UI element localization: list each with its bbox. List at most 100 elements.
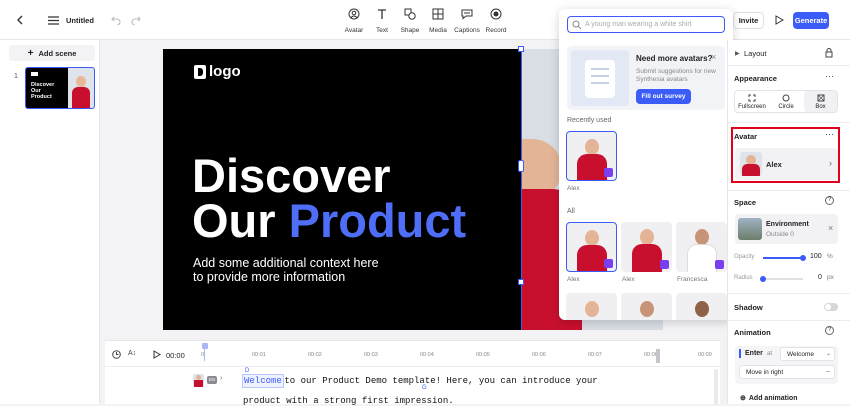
generate-button[interactable]: Generate: [793, 12, 829, 29]
more-icon[interactable]: ···: [825, 129, 834, 139]
record-icon: [490, 8, 502, 20]
cursor-marker: G: [422, 385, 427, 391]
add-animation-button[interactable]: ⊕ Add animation: [740, 394, 798, 402]
avatar-option[interactable]: [676, 293, 727, 320]
avatar-icon: [348, 8, 360, 20]
fullscreen-icon: [748, 94, 756, 101]
slide-subtext[interactable]: Add some additional context here to prov…: [193, 256, 379, 284]
avatar-name: Alex: [766, 160, 782, 169]
divider: [728, 320, 850, 321]
avatar-option[interactable]: [621, 222, 672, 272]
project-title[interactable]: Untitled: [66, 16, 94, 25]
help-icon[interactable]: ?: [825, 196, 834, 205]
undo-icon[interactable]: [109, 13, 123, 27]
opacity-slider-thumb[interactable]: [800, 255, 806, 261]
remove-environment-icon[interactable]: ×: [828, 223, 833, 233]
chevron-down-icon: ⌄: [826, 351, 832, 357]
slide-logo-text[interactable]: logo: [209, 63, 241, 80]
back-arrow-icon[interactable]: [12, 12, 28, 28]
script-line1[interactable]: to our Product Demo template! Here, you …: [279, 376, 597, 386]
avatar-option[interactable]: [621, 293, 672, 320]
layout-expand-icon[interactable]: ▶: [735, 50, 740, 57]
premium-badge-icon: [660, 260, 669, 269]
divider: [105, 366, 720, 367]
radius-label: Radius: [734, 275, 753, 281]
appearance-circle[interactable]: Circle: [769, 91, 803, 112]
resize-handle[interactable]: [518, 279, 524, 285]
shadow-label: Shadow: [734, 303, 763, 312]
enter-at-select[interactable]: Welcome ⌄: [780, 347, 835, 361]
current-time: 00:00: [166, 351, 185, 360]
avatar-picker-popup: A young man wearing a white shirt Need m…: [559, 9, 733, 320]
playhead-line: [204, 349, 205, 361]
add-scene-label: Add scene: [38, 48, 77, 58]
avatar-name: Francesca: [677, 276, 708, 283]
resize-handle[interactable]: [518, 160, 524, 172]
menu-icon[interactable]: [46, 13, 60, 27]
option-label: Fullscreen: [738, 103, 766, 110]
avatar-selector[interactable]: Alex ›: [735, 148, 838, 180]
avatar-search-input[interactable]: A young man wearing a white shirt: [567, 16, 725, 33]
text-icon: [378, 9, 386, 19]
chevron-right-icon[interactable]: ›: [220, 375, 222, 382]
script-scrollbar[interactable]: [714, 369, 718, 405]
script-line2[interactable]: product with a strong first impression.: [243, 396, 454, 406]
help-icon[interactable]: ?: [825, 326, 834, 335]
opacity-unit: %: [827, 253, 833, 260]
tool-label: Captions: [454, 27, 480, 34]
timeline-end-marker[interactable]: [656, 349, 660, 363]
animation-type-value: Move in right: [746, 369, 784, 376]
appearance-fullscreen[interactable]: Fullscreen: [735, 91, 769, 112]
enter-at-value: Welcome: [787, 351, 814, 358]
add-scene-button[interactable]: + Add scene: [9, 45, 95, 61]
resize-handle[interactable]: [518, 46, 524, 52]
lock-icon[interactable]: [825, 48, 833, 58]
appearance-box[interactable]: Box: [804, 91, 837, 112]
fill-survey-button[interactable]: Fill out survey: [636, 89, 691, 104]
more-icon[interactable]: ···: [825, 71, 834, 81]
chevron-right-icon: ›: [829, 158, 832, 168]
opacity-value[interactable]: 100: [810, 253, 822, 260]
slide-heading-line1[interactable]: Discover: [192, 152, 391, 200]
play-icon[interactable]: [153, 350, 161, 359]
avatar-option[interactable]: [676, 222, 727, 272]
search-placeholder: A young man wearing a white shirt: [585, 21, 692, 28]
radius-unit: px: [827, 274, 834, 281]
play-preview-icon[interactable]: [772, 13, 786, 27]
opacity-slider-fill: [763, 257, 803, 259]
redo-icon[interactable]: [129, 13, 143, 27]
tool-label: Shape: [400, 27, 420, 34]
text-style-icon[interactable]: A↕: [128, 350, 136, 357]
radius-slider-track[interactable]: [763, 278, 803, 280]
radius-slider-thumb[interactable]: [760, 276, 766, 282]
option-label: Box: [815, 103, 826, 110]
script-avatar-icon: [193, 374, 204, 387]
language-badge[interactable]: EN: [207, 376, 217, 384]
recently-used-label: Recently used: [567, 117, 612, 124]
avatar-option[interactable]: [566, 222, 617, 272]
avatar-name: Alex: [622, 276, 635, 283]
logo-icon: [31, 72, 38, 76]
shadow-toggle[interactable]: [824, 303, 838, 311]
clock-icon[interactable]: [112, 350, 121, 359]
avatar-option-recent[interactable]: [566, 131, 617, 181]
tool-label: Avatar: [344, 27, 364, 34]
animation-type-select[interactable]: Move in right –: [739, 365, 835, 379]
promo-close-icon[interactable]: ×: [711, 52, 716, 62]
invite-button[interactable]: Invite: [733, 12, 764, 29]
avatar-option[interactable]: [566, 293, 617, 320]
layout-label[interactable]: Layout: [744, 49, 767, 58]
scene-thumbnail[interactable]: Discover Our Product: [25, 67, 95, 109]
playhead[interactable]: [202, 343, 208, 349]
environment-selector[interactable]: Environment Outside 0 ×: [735, 214, 838, 244]
radius-value[interactable]: 0: [818, 274, 822, 281]
tool-record[interactable]: Record: [479, 8, 513, 34]
minus-icon[interactable]: –: [826, 368, 830, 375]
premium-badge-icon: [604, 168, 613, 177]
divider: [728, 190, 850, 191]
tick-label: 0: [201, 352, 205, 358]
script-highlighted-word[interactable]: Welcome: [242, 374, 284, 388]
divider: [728, 122, 850, 123]
environment-thumbnail: [738, 218, 762, 240]
slide-heading-line2[interactable]: Our Product: [192, 197, 466, 245]
